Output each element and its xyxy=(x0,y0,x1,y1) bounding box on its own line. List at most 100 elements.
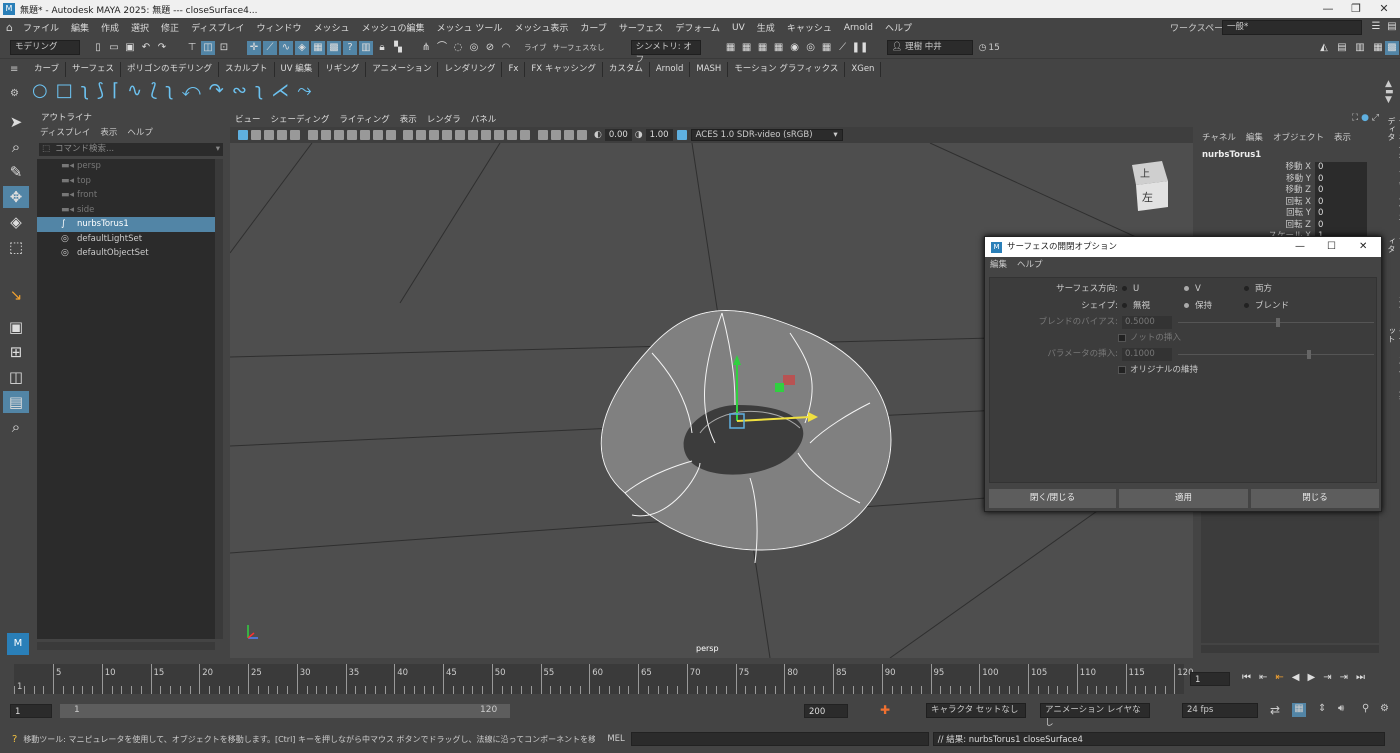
motion-blur-icon[interactable] xyxy=(494,130,504,140)
anti-aliasing-icon[interactable] xyxy=(507,130,517,140)
viewport-menu-item[interactable]: 表示 xyxy=(400,113,417,127)
channel-box-menu-item[interactable]: オブジェクト xyxy=(1273,131,1324,143)
ipr-render-icon[interactable]: ▦ xyxy=(740,41,754,55)
offset-curve-icon[interactable]: ʅ xyxy=(255,78,263,104)
insert-knot-checkbox[interactable]: ノットの挿入 xyxy=(1118,332,1181,345)
ep-curve-icon[interactable]: ⟆ xyxy=(97,78,104,104)
lasso-tool-icon[interactable]: ⌕ xyxy=(3,136,29,158)
menu-item[interactable]: ヘルプ xyxy=(885,21,912,34)
symmetry-dropdown[interactable]: シンメトリ: オフ xyxy=(630,40,701,65)
notifications-icon[interactable]: ◷ xyxy=(979,43,987,53)
view-cube[interactable]: 上 左 xyxy=(1132,161,1168,211)
animation-layer-dropdown[interactable]: アニメーション レイヤなし xyxy=(1040,703,1150,728)
shelf-tab[interactable]: モーション グラフィックス xyxy=(728,62,846,77)
detach-curves-icon[interactable]: ⤺ xyxy=(182,78,201,104)
outliner-menu-item[interactable]: ヘルプ xyxy=(127,126,153,138)
menu-set-dropdown[interactable]: モデリング xyxy=(10,40,80,55)
menu-item[interactable]: メッシュ xyxy=(313,21,349,34)
character-set-dropdown[interactable]: キャラクタ セットなし xyxy=(926,703,1026,718)
select-handles-icon[interactable]: ✛ xyxy=(247,40,261,55)
select-misc-icon[interactable]: ▥ xyxy=(359,40,373,55)
live-surface-field[interactable]: サーフェスなし xyxy=(553,42,605,53)
shelf-tab[interactable]: カーブ xyxy=(28,62,66,77)
menu-item[interactable]: カーブ xyxy=(580,21,606,34)
smooth-shade-icon[interactable] xyxy=(416,130,426,140)
dialog-menu-item[interactable]: ヘルプ xyxy=(1017,257,1043,273)
sidetab-attribute-editor[interactable]: アトリビュート エディタ xyxy=(1386,237,1400,317)
render-settings-icon[interactable]: ▦ xyxy=(756,41,770,55)
shelf-scroll-icon[interactable]: ▲ ▬ ▼ xyxy=(1385,80,1394,105)
shelf-tab[interactable]: ポリゴンのモデリング xyxy=(121,62,220,77)
shelf-tab[interactable]: スカルプト xyxy=(219,62,275,77)
channel-attribute-value[interactable]: 0 xyxy=(1315,208,1367,220)
snap-grid-icon[interactable]: ⋔ xyxy=(419,41,433,55)
cache-playback-icon[interactable]: ▦ xyxy=(1292,703,1306,717)
outliner-horizontal-scrollbar[interactable] xyxy=(37,642,215,650)
shelf-settings-icon[interactable]: ⚙︎ xyxy=(10,88,19,99)
view-transform-dropdown[interactable]: ACES 1.0 SDR-video (sRGB) ▾ xyxy=(690,129,843,141)
render-view-icon[interactable]: ◉ xyxy=(788,41,802,55)
tool-settings-icon[interactable]: ▥ xyxy=(1353,41,1367,55)
outliner-search-input[interactable]: ⬚ コマンド検索... ▾ xyxy=(39,143,223,156)
outliner-item[interactable]: ▬◂ side xyxy=(37,203,215,218)
restore-icon[interactable]: ❐ xyxy=(1342,0,1370,18)
object-mode-icon[interactable]: ◫ xyxy=(201,40,215,55)
new-scene-icon[interactable]: ▯ xyxy=(91,41,105,55)
channel-attribute-row[interactable]: 回転 Y 0 xyxy=(1197,208,1383,220)
outliner-menu-item[interactable]: 表示 xyxy=(100,126,117,138)
snap-projected-icon[interactable]: ◎ xyxy=(467,41,481,55)
current-frame-field[interactable]: 1 xyxy=(1190,672,1230,686)
sidetab-channel-box[interactable]: チャネル ボックス/レイヤ エディタ xyxy=(1386,117,1400,227)
bookmarks-icon[interactable] xyxy=(264,130,274,140)
close-icon[interactable]: ✕ xyxy=(1370,0,1398,18)
menu-item[interactable]: メッシュ表示 xyxy=(514,21,568,34)
close-button[interactable]: 閉じる xyxy=(1251,489,1379,508)
channel-attribute-value[interactable]: 0 xyxy=(1315,173,1367,185)
animation-start-field[interactable]: 1 xyxy=(10,704,52,718)
rebuild-curve-icon[interactable]: ⋌ xyxy=(271,78,289,104)
close-icon[interactable]: ✕ xyxy=(1359,237,1367,257)
layer-editor-icon[interactable]: ▩ xyxy=(1385,40,1399,55)
channel-box-scrollbar[interactable] xyxy=(1201,645,1379,653)
outliner-tab[interactable]: アウトライナ xyxy=(35,111,227,123)
menu-item[interactable]: UV xyxy=(732,23,745,33)
go-to-end-icon[interactable]: ⏭ xyxy=(1356,672,1365,683)
home-icon[interactable]: ⌂ xyxy=(6,21,13,34)
shadows-icon[interactable] xyxy=(468,130,478,140)
channel-attribute-value[interactable]: 0 xyxy=(1315,162,1367,174)
menu-item[interactable]: 編集 xyxy=(71,21,89,34)
menu-item[interactable]: 生成 xyxy=(757,21,775,34)
shelf-tab[interactable]: XGen xyxy=(845,62,882,77)
ambient-occlusion-icon[interactable] xyxy=(481,130,491,140)
select-deformers-icon[interactable]: ▦ xyxy=(311,40,325,55)
select-curves-icon[interactable]: ∿ xyxy=(279,40,293,55)
shelf-tab[interactable]: Fx xyxy=(502,62,526,77)
xray-joints-icon[interactable] xyxy=(563,130,574,140)
shelf-tab[interactable]: レンダリング xyxy=(438,62,503,77)
node-icon[interactable]: ⛶ xyxy=(1352,113,1358,123)
viewport-menu-item[interactable]: ビュー xyxy=(235,113,261,127)
menu-item[interactable]: 作成 xyxy=(101,21,119,34)
keep-original-checkbox[interactable]: オリジナルの維持 xyxy=(1118,364,1198,377)
select-surfaces-icon[interactable]: ◈ xyxy=(295,40,309,55)
menu-item[interactable]: サーフェス xyxy=(619,21,663,34)
nurbs-circle-icon[interactable]: ○ xyxy=(32,78,48,104)
outliner-item[interactable]: ◎ defaultObjectSet xyxy=(37,246,215,261)
shelf-tab[interactable]: サーフェス xyxy=(66,62,121,77)
channel-attribute-row[interactable]: 移動 Z 0 xyxy=(1197,185,1383,197)
highlight-selection-icon[interactable]: ▚ xyxy=(391,41,405,55)
render-setup-icon[interactable]: ▦ xyxy=(820,41,834,55)
command-language-toggle[interactable]: MEL xyxy=(607,734,624,744)
menu-item[interactable]: メッシュの編集 xyxy=(361,21,424,34)
select-joints-icon[interactable]: ⟋ xyxy=(263,40,277,55)
loop-icon[interactable]: ⇄ xyxy=(1270,703,1280,717)
command-line-input[interactable] xyxy=(630,732,929,746)
pause-viewport-icon[interactable]: ❚❚ xyxy=(852,41,869,55)
channel-attribute-row[interactable]: 回転 X 0 xyxy=(1197,196,1383,208)
rotate-tool-icon[interactable]: ◈ xyxy=(3,211,29,233)
cv-curve-icon[interactable]: ʅ xyxy=(81,78,89,104)
minimize-icon[interactable]: — xyxy=(1295,237,1305,257)
outliner-item[interactable]: ▬◂ front xyxy=(37,188,215,203)
add-points-icon[interactable]: ⤳ xyxy=(297,78,311,104)
play-forward-icon[interactable]: ▶ xyxy=(1307,672,1315,683)
